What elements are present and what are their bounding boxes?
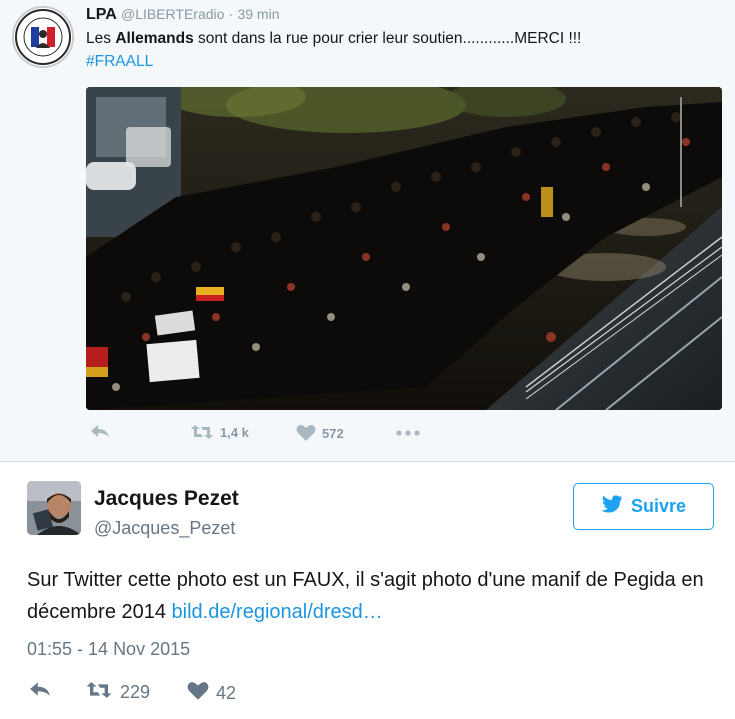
quoted-tweet[interactable]: LPA @LIBERTEradio · 39 min Les Allemands…	[0, 0, 735, 462]
quoted-tweet-actions: 1,4 k 572	[86, 424, 486, 446]
follow-label: Suivre	[630, 496, 687, 516]
heart-icon	[187, 681, 209, 706]
separator: ·	[228, 6, 234, 22]
reply-icon	[90, 424, 110, 438]
heart-icon	[296, 424, 316, 442]
reply-button[interactable]	[90, 424, 110, 438]
tweet-timestamp[interactable]: 01:55 - 14 Nov 2015	[27, 639, 190, 660]
like-count: 572	[322, 425, 344, 441]
author-name[interactable]: Jacques Pezet	[94, 487, 239, 511]
author-handle[interactable]: @LIBERTEradio	[121, 6, 224, 22]
like-count: 42	[216, 683, 237, 703]
reply-icon	[29, 681, 51, 702]
retweet-icon	[190, 424, 214, 440]
article-link[interactable]: bild.de/regional/dresd…	[172, 601, 383, 623]
more-icon	[396, 430, 420, 436]
hashtag-link[interactable]: #FRAALL	[86, 53, 153, 71]
lpa-avatar[interactable]	[12, 6, 74, 68]
retweet-button[interactable]: 229	[85, 681, 150, 704]
text-rest: sont dans la rue pour crier leur soutien…	[193, 30, 582, 47]
retweet-button[interactable]: 1,4 k	[190, 424, 249, 440]
quoted-tweet-text: Les Allemands sont dans la rue pour crie…	[86, 30, 581, 48]
twitter-bird-icon	[601, 495, 623, 518]
tweet-time[interactable]: 39 min	[237, 6, 279, 22]
tweet-actions: 229 42	[27, 681, 327, 705]
follow-button[interactable]: Suivre	[573, 483, 714, 530]
jacques-avatar[interactable]	[27, 481, 81, 535]
crowd-photo[interactable]	[86, 87, 722, 410]
like-button[interactable]: 572	[296, 424, 344, 442]
retweet-count: 1,4 k	[220, 424, 249, 440]
text-bold: Allemands	[115, 30, 194, 47]
reply-button[interactable]	[29, 681, 51, 702]
author-name[interactable]: LPA	[86, 6, 117, 23]
author-handle[interactable]: @Jacques_Pezet	[94, 518, 235, 539]
text-start: Les	[86, 30, 116, 47]
tweet-text: Sur Twitter cette photo est un FAUX, il …	[27, 564, 717, 628]
retweet-count: 229	[120, 682, 151, 702]
like-button[interactable]: 42	[187, 681, 236, 706]
quoted-tweet-header: LPA @LIBERTEradio · 39 min	[86, 6, 279, 24]
more-button[interactable]	[396, 430, 420, 436]
retweet-icon	[85, 681, 113, 704]
